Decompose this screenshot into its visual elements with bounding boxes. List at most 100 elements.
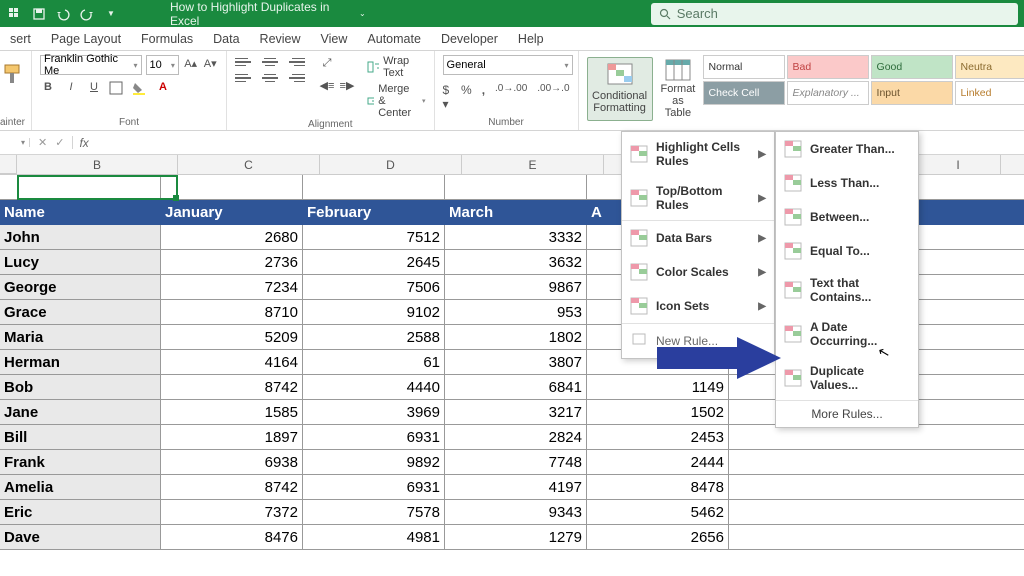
rule-icon [630,145,648,163]
decrease-decimal-button[interactable]: .00→.0 [537,83,569,111]
cf-menu-topbottom[interactable]: Top/Bottom Rules▶ [622,176,774,220]
hl-menu-between[interactable]: Between... [776,200,918,234]
hl-menu-more-rules[interactable]: More Rules... [776,401,918,427]
search-input[interactable]: Search [651,3,1018,25]
font-name-combo[interactable]: Franklin Gothic Me▾ [40,55,142,75]
table-row[interactable]: Bill1897693128242453 [0,425,1024,450]
cancel-formula-icon[interactable]: ✕ [38,136,47,149]
style-explanatory-[interactable]: Explanatory ... [787,81,869,105]
number-format-combo[interactable]: General▾ [443,55,573,75]
tab-view[interactable]: View [311,28,358,50]
search-icon [659,8,671,20]
name-box[interactable]: ▾ [0,138,30,147]
rule-icon [630,297,648,315]
chevron-down-icon[interactable]: ⌄ [359,9,366,18]
cf-menu-iconsets[interactable]: Icon Sets▶ [622,289,774,323]
style-neutra[interactable]: Neutra [955,55,1024,79]
cf-menu-colorscales[interactable]: Color Scales▶ [622,255,774,289]
highlight-cells-rules-submenu: Greater Than...Less Than...Between...Equ… [775,131,919,428]
tab-insert[interactable]: sert [0,28,41,50]
border-button[interactable] [109,81,125,97]
currency-button[interactable]: $ ▾ [443,83,451,111]
bold-button[interactable]: B [40,81,56,97]
italic-button[interactable]: I [63,81,79,97]
font-color-button[interactable]: A [155,81,171,97]
hl-menu-gt[interactable]: Greater Than... [776,132,918,166]
alignment-group-label: Alignment [235,119,426,132]
rule-icon [784,140,802,158]
search-placeholder: Search [677,6,718,21]
increase-font-icon[interactable]: A▴ [183,57,199,73]
decrease-indent-button[interactable]: ◀≡ [319,79,335,95]
style-input[interactable]: Input [871,81,953,105]
conditional-formatting-button[interactable]: Conditional Formatting [587,57,653,121]
tab-automate[interactable]: Automate [357,28,431,50]
redo-icon[interactable] [78,5,96,23]
select-all-corner[interactable] [0,155,17,174]
orientation-button[interactable]: ⤢ [319,57,335,73]
rule-icon [630,189,648,207]
hl-menu-date[interactable]: A Date Occurring... [776,312,918,356]
tab-formulas[interactable]: Formulas [131,28,203,50]
format-painter-icon[interactable] [2,63,22,85]
cf-menu-highlight[interactable]: Highlight Cells Rules▶ [622,132,774,176]
rule-icon [784,174,802,192]
style-check-cell[interactable]: Check Cell [703,81,785,105]
quick-access-toolbar: ▼ [6,5,120,23]
cell-styles-gallery[interactable]: NormalBadGoodNeutra Check CellExplanatory… [703,55,1024,105]
rule-icon [784,281,802,299]
font-size-combo[interactable]: 10▾ [146,55,179,75]
document-title: How to Highlight Duplicates in Excel ⌄ [170,0,366,28]
tab-review[interactable]: Review [250,28,311,50]
style-good[interactable]: Good [871,55,953,79]
style-linked[interactable]: Linked [955,81,1024,105]
merge-center-button[interactable]: Merge & Center▾ [367,83,426,119]
instruction-arrow-icon [657,337,781,379]
ribbon: ainter Franklin Gothic Me▾ 10▾ A▴ A▾ B I… [0,51,1024,131]
col-header-i[interactable]: I [916,155,1001,174]
decrease-font-icon[interactable]: A▾ [202,57,218,73]
hl-menu-textcontains[interactable]: Text that Contains... [776,268,918,312]
format-as-table-button[interactable]: Format as Table [655,57,702,121]
increase-decimal-button[interactable]: .0→.00 [495,83,527,111]
font-group-label: Font [40,117,218,130]
cf-menu-databars[interactable]: Data Bars▶ [622,221,774,255]
increase-indent-button[interactable]: ≡▶ [339,79,355,95]
ribbon-tabs: sert Page Layout Formulas Data Review Vi… [0,27,1024,51]
rule-icon [784,208,802,226]
undo-icon[interactable] [54,5,72,23]
fx-label[interactable]: fx [73,136,94,150]
grid-icon[interactable] [6,5,24,23]
style-normal[interactable]: Normal [703,55,785,79]
alignment-grid[interactable] [235,55,307,85]
rule-icon [784,242,802,260]
conditional-formatting-menu: Highlight Cells Rules▶Top/Bottom Rules▶D… [621,131,775,359]
hl-menu-equal[interactable]: Equal To... [776,234,918,268]
style-bad[interactable]: Bad [787,55,869,79]
col-header-c[interactable]: C [178,155,320,174]
percent-button[interactable]: % [461,83,472,111]
underline-button[interactable]: U [86,81,102,97]
rule-icon [784,325,802,343]
table-row[interactable]: Eric7372757893435462 [0,500,1024,525]
save-icon[interactable] [30,5,48,23]
tab-data[interactable]: Data [203,28,249,50]
tab-page-layout[interactable]: Page Layout [41,28,131,50]
qat-dropdown-icon[interactable]: ▼ [102,5,120,23]
hl-menu-lt[interactable]: Less Than... [776,166,918,200]
col-header-e[interactable]: E [462,155,604,174]
enter-formula-icon[interactable]: ✓ [55,136,64,149]
comma-button[interactable]: , [482,83,485,111]
table-row[interactable]: Amelia8742693141978478 [0,475,1024,500]
tab-developer[interactable]: Developer [431,28,508,50]
rule-icon [630,229,648,247]
clipboard-group-label: ainter [0,117,23,130]
hl-menu-dup[interactable]: Duplicate Values... [776,356,918,400]
table-row[interactable]: Dave8476498112792656 [0,525,1024,550]
col-header-d[interactable]: D [320,155,462,174]
tab-help[interactable]: Help [508,28,554,50]
fill-color-button[interactable] [132,81,148,97]
wrap-text-button[interactable]: Wrap Text [367,55,426,79]
col-header-b[interactable]: B [17,155,178,174]
table-row[interactable]: Frank6938989277482444 [0,450,1024,475]
